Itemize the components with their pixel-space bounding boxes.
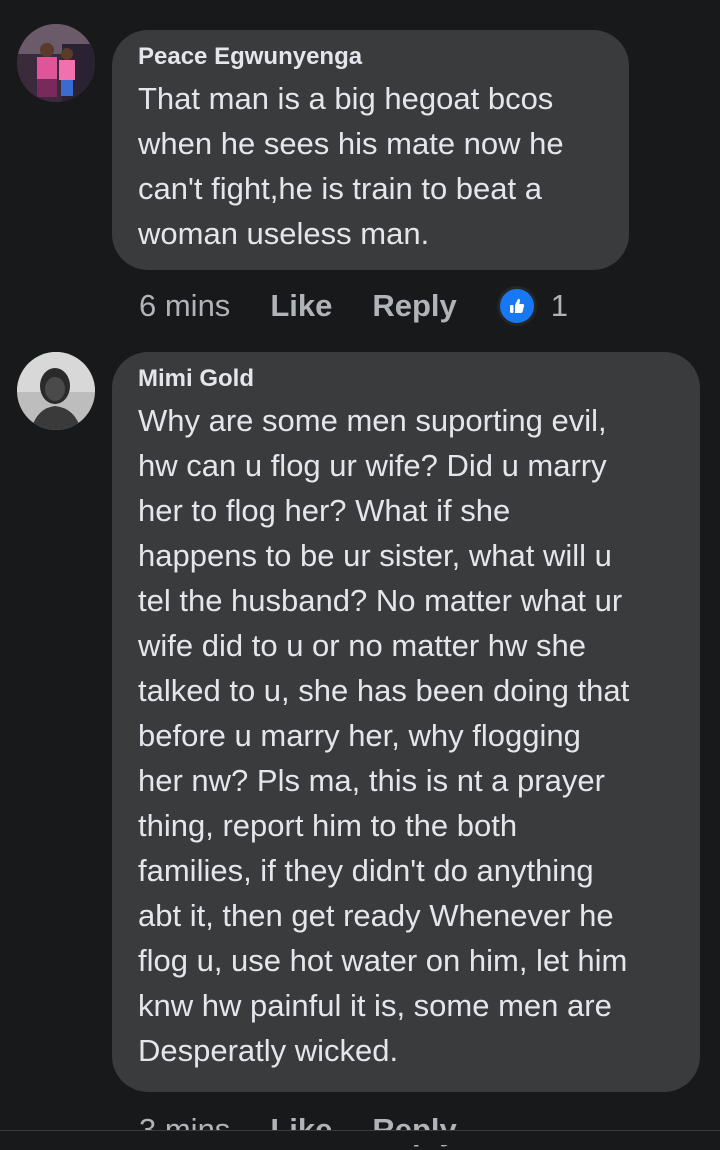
avatar-photo-icon: [17, 24, 95, 102]
comment-text-line: talked to u, she has been doing that: [138, 673, 630, 708]
comment-text-line: can't fight,he is train to beat a: [138, 171, 542, 206]
comment-text-line: her nw? Pls ma, this is nt a prayer: [138, 763, 605, 798]
comment-text-line: That man is a big hegoat bcos: [138, 81, 554, 116]
comment-text-line: wife did to u or no matter hw she: [138, 628, 587, 663]
like-button[interactable]: Like: [270, 288, 332, 324]
avatar-photo-icon: [17, 352, 95, 430]
comment-text-line: tel the husband? No matter what ur: [138, 583, 623, 618]
comment-text-line: thing, report him to the both: [138, 808, 518, 843]
comment-text-line: Why are some men suporting evil,: [138, 403, 607, 438]
comment-text-line: woman useless man.: [138, 216, 430, 251]
reaction-count[interactable]: 1: [551, 288, 568, 324]
comment-text-line: happens to be ur sister, what will u: [138, 538, 612, 573]
comment-text-line: before u marry her, why flogging: [138, 718, 581, 753]
comment-text-line: when he sees his mate now he: [138, 126, 564, 161]
comment-bubble: Mimi Gold Why are some men suporting evi…: [112, 352, 700, 1092]
avatar[interactable]: [17, 24, 95, 102]
comment-author[interactable]: Peace Egwunyenga: [138, 42, 603, 72]
comment-text-line: flog u, use hot water on him, let him: [138, 943, 628, 978]
comment-text-line: abt it, then get ready Whenever he: [138, 898, 614, 933]
comment-text-line: Desperatly wicked.: [138, 1033, 399, 1068]
reply-button[interactable]: Reply: [372, 288, 456, 324]
comment-text-line: hw can u flog ur wife? Did u marry: [138, 448, 607, 483]
comment-text: That man is a big hegoat bcos when he se…: [138, 76, 603, 256]
comment-actions: 6 mins Like Reply 1: [139, 286, 568, 326]
bottom-edge-divider: [0, 1130, 720, 1145]
comment-text-line: knw hw painful it is, some men are: [138, 988, 612, 1023]
comment-text: Why are some men suporting evil, hw can …: [138, 398, 674, 1073]
comment-author[interactable]: Mimi Gold: [138, 364, 674, 394]
comment-text-line: families, if they didn't do anything: [138, 853, 594, 888]
thumbs-up-icon[interactable]: [496, 286, 537, 326]
avatar[interactable]: [17, 352, 95, 430]
comment-text-line: her to flog her? What if she: [138, 493, 511, 528]
comment-bubble: Peace Egwunyenga That man is a big hegoa…: [112, 30, 629, 270]
comment-timestamp[interactable]: 6 mins: [139, 288, 230, 324]
